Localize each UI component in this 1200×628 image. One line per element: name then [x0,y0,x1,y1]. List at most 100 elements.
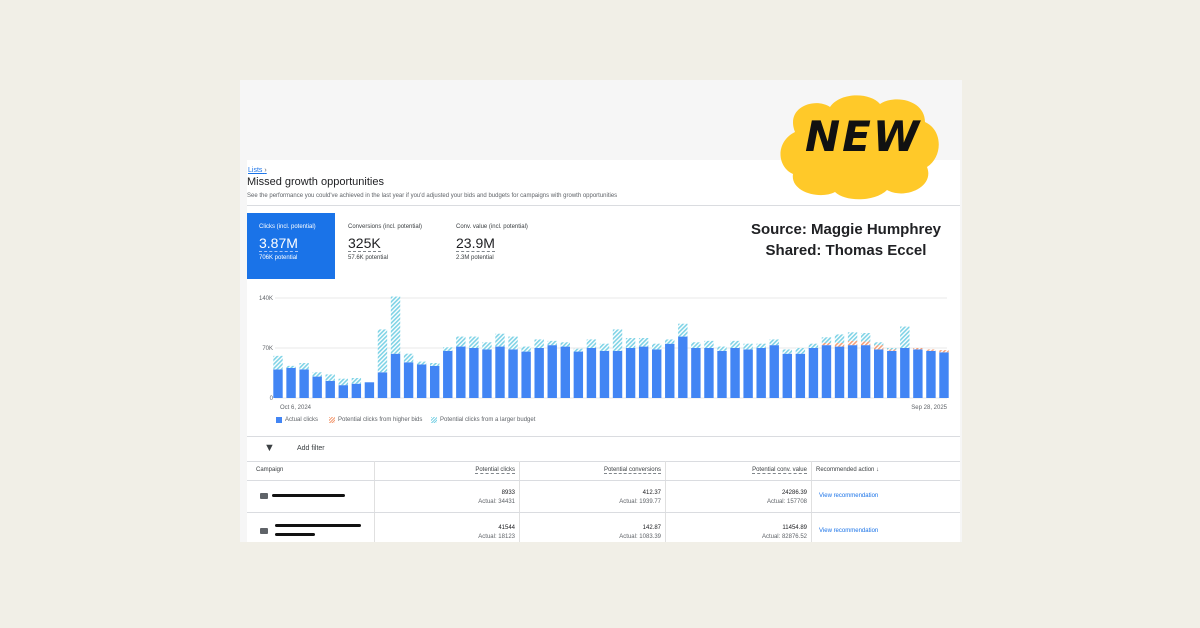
filter-bar: ▼ Add filter [247,437,960,461]
cell-clicks-value: 41544 [498,525,515,531]
bar-potential-bids [821,343,832,346]
bar-actual-clicks [730,348,740,398]
bar-potential-budget [704,340,714,348]
legend-label: Potential clicks from a larger budget [440,417,536,423]
chart-bars [273,296,949,398]
filter-divider [247,461,960,462]
bar-potential-bids [860,341,871,346]
filter-icon[interactable]: ▼ [264,442,275,454]
bar-potential-budget [495,333,505,347]
cell-value: 24286.39 Actual: 157708 [666,489,807,507]
bar-potential-budget [847,332,858,341]
bar-actual-clicks [312,376,322,398]
bar-actual-clicks [560,346,570,398]
breadcrumb-link[interactable]: Lists [248,167,262,174]
col-header-conversions[interactable]: Potential conversions [520,467,661,474]
bar-actual-clicks [403,362,414,398]
page-subtitle: See the performance you could've achieve… [247,193,618,199]
bar-potential-budget [717,346,727,351]
bar-potential-budget [821,337,832,343]
source-text: Source: Maggie Humphrey [750,221,942,238]
legend-actual[interactable]: Actual clicks [276,417,318,423]
shared-text: Shared: Thomas Eccel [765,242,927,259]
cell-conv-value: 412.37 [642,490,661,496]
bar-actual-clicks [351,383,362,398]
bar-potential-bids [926,349,936,351]
bar-actual-clicks [665,343,675,398]
y-tick-label: 140K [259,296,273,302]
legend-label: Actual clicks [285,417,319,423]
bar-potential-bids [847,340,858,346]
metric-label: Conversions (incl. potential) [348,224,423,230]
row-divider [247,512,960,513]
bar-potential-budget [756,343,766,348]
bar-potential-budget [795,348,806,354]
col-header-value[interactable]: Potential conv. value [666,467,807,474]
bar-actual-clicks [847,345,858,398]
legend-swatch [329,417,335,423]
cell-value-actual: Actual: 157708 [766,499,807,505]
metric-card-conversions[interactable]: Conversions (incl. potential) 325K 57.6K… [336,213,444,279]
bar-potential-budget [586,339,597,348]
metric-sub: 706K potential [259,255,298,261]
bar-actual-clicks [638,346,649,398]
view-recommendation-link[interactable]: View recommendation [819,493,878,499]
cell-conv-actual: Actual: 1939.77 [619,499,661,505]
legend-budget[interactable]: Potential clicks from a larger budget [431,417,535,423]
bar-potential-budget [730,340,740,348]
sort-arrow-icon[interactable]: ↓ [876,467,879,473]
bar-actual-clicks [704,348,714,398]
metric-card-conv-value[interactable]: Conv. value (incl. potential) 23.9M 2.3M… [444,213,552,279]
metric-card-clicks[interactable]: Clicks (incl. potential) 3.87M 706K pote… [247,213,335,279]
bar-potential-budget [560,342,570,347]
bar-actual-clicks [821,345,832,398]
bar-actual-clicks [273,369,283,398]
cell-value-value: 11454.89 [782,525,807,531]
display-campaign-icon [260,528,268,534]
cell-clicks: 8933 Actual: 34431 [375,489,515,507]
bar-potential-bids [834,343,845,347]
cell-conversions: 412.37 Actual: 1939.77 [520,489,661,507]
bar-actual-clicks [782,353,792,398]
bar-actual-clicks [743,349,753,398]
cell-value: 11454.89 Actual: 82876.52 [666,524,807,542]
badge-label: NEW [805,112,922,161]
bar-actual-clicks [286,368,296,398]
metric-label: Clicks (incl. potential) [259,224,316,230]
col-header-value-label: Potential conv. value [752,467,807,474]
source-overlay: Source: Maggie Humphrey Shared: Thomas E… [735,219,957,261]
bar-actual-clicks [521,351,531,398]
bar-potential-budget [286,365,296,368]
redacted-campaign-name [275,533,315,536]
view-recommendation-link[interactable]: View recommendation [819,528,878,534]
x-end-label: Sep 28, 2025 [911,405,947,411]
col-header-clicks[interactable]: Potential clicks [375,467,515,474]
legend-swatch [431,417,437,423]
bar-potential-budget [691,342,701,348]
metric-label: Conv. value (incl. potential) [456,224,528,230]
bar-potential-budget [299,363,309,370]
bar-potential-budget [390,296,401,354]
bar-potential-budget [678,323,688,337]
legend-bids[interactable]: Potential clicks from higher bids [329,417,422,423]
col-header-campaign[interactable]: Campaign [256,467,283,473]
bar-potential-budget [900,326,910,348]
bar-actual-clicks [808,348,819,398]
breadcrumb[interactable]: Lists › [248,167,267,174]
bar-potential-budget [534,339,544,348]
bar-actual-clicks [338,385,348,398]
bar-actual-clicks [443,350,453,398]
bar-potential-budget [638,338,649,347]
bar-potential-bids [874,345,884,350]
add-filter-button[interactable]: Add filter [297,445,325,452]
col-header-action[interactable]: Recommended action ↓ [816,467,879,473]
legend-swatch [276,417,282,423]
bar-potential-budget [860,333,871,342]
cell-clicks-actual: Actual: 18123 [478,534,515,540]
bar-potential-budget [273,355,283,370]
redacted-campaign-name [272,494,345,497]
bar-potential-bids [887,349,897,351]
bar-potential-budget [456,336,466,347]
bar-potential-budget [521,346,531,352]
metric-value-wrap: 23.9M [456,235,552,252]
